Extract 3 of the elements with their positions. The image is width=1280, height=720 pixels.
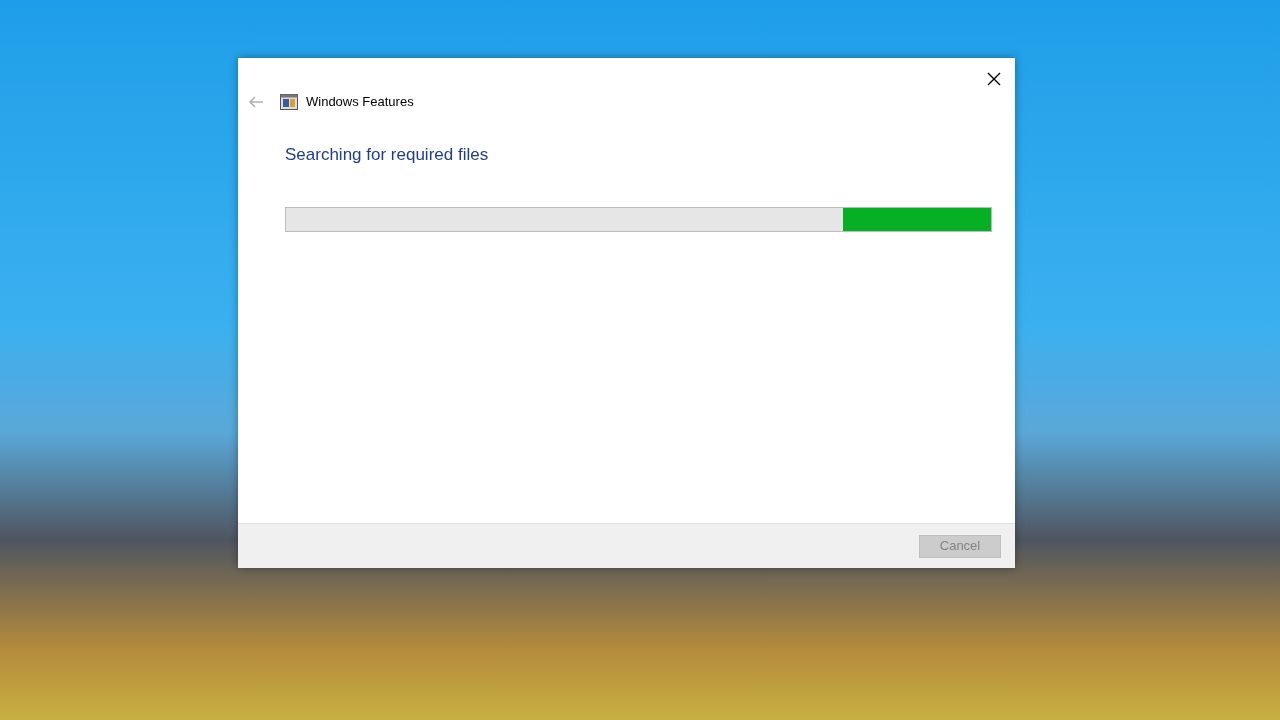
window-features-icon <box>280 93 298 110</box>
window-title: Windows Features <box>306 93 414 111</box>
status-heading: Searching for required files <box>285 143 490 166</box>
